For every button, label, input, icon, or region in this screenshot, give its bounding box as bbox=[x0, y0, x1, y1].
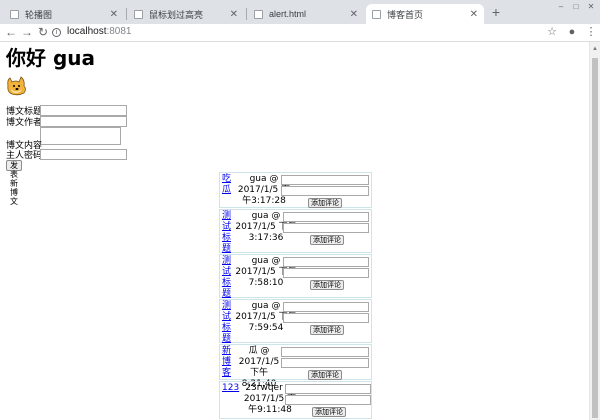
page-icon bbox=[254, 9, 263, 19]
comment-content-input[interactable] bbox=[283, 268, 369, 278]
post-item: 新博客 瓜 @ 2017/1/5 下午8:21:40 添加评论 bbox=[219, 344, 372, 389]
post-item: 测试标题 gua @ 2017/1/5 下午3:17:36 添加评论 bbox=[219, 209, 372, 255]
post-item: 测试标题 gua @ 2017/1/5 下午7:58:10 添加评论 bbox=[219, 254, 372, 300]
window-close-button[interactable]: ✕ bbox=[584, 2, 598, 11]
tab-separator bbox=[246, 8, 247, 20]
maximize-button[interactable]: □ bbox=[569, 2, 583, 11]
page-viewport: 你好 gua 博文标题 博文作者 博文内容 主人密码 发表新博文 吃瓜 gua … bbox=[0, 42, 589, 420]
tab-label: 博客首页 bbox=[387, 9, 424, 20]
comment-content-input[interactable] bbox=[283, 313, 369, 323]
title-input[interactable] bbox=[40, 105, 127, 116]
post-title-link[interactable]: 吃瓜 bbox=[222, 174, 234, 196]
post-title-link[interactable]: 123 bbox=[222, 383, 240, 394]
comment-content-input[interactable] bbox=[285, 395, 371, 405]
address-bar[interactable]: i localhost:8081 bbox=[52, 25, 540, 39]
comment-author-input[interactable] bbox=[281, 347, 369, 357]
comment-content-input[interactable] bbox=[281, 358, 369, 368]
close-icon[interactable]: ✕ bbox=[110, 9, 118, 20]
content-textarea[interactable] bbox=[40, 127, 121, 145]
profile-icon[interactable]: ● bbox=[565, 25, 579, 39]
tab-carousel[interactable]: 轮播图 ✕ bbox=[4, 4, 124, 24]
info-icon[interactable]: i bbox=[52, 27, 61, 37]
post-title-link[interactable]: 测试标题 bbox=[222, 301, 234, 345]
doge-avatar bbox=[7, 76, 26, 96]
author-row: 博文作者 bbox=[6, 115, 127, 128]
menu-icon[interactable]: ⋮ bbox=[584, 25, 598, 39]
tab-label: alert.html bbox=[269, 9, 307, 19]
url-port: :8081 bbox=[106, 26, 132, 37]
add-comment-button[interactable]: 添加评论 bbox=[308, 370, 342, 380]
publish-post-button[interactable]: 发表新博文 bbox=[6, 160, 22, 206]
post-author: 瓜 @ bbox=[248, 346, 270, 356]
page-icon bbox=[10, 9, 19, 19]
tab-label: 轮播图 bbox=[25, 9, 53, 20]
add-comment-button[interactable]: 添加评论 bbox=[312, 407, 346, 417]
tab-strip: 轮播图 ✕ 鼠标划过高亮 ✕ alert.html ✕ 博客首页 ✕ + – □… bbox=[0, 0, 600, 24]
page-icon bbox=[372, 9, 381, 19]
add-comment-button[interactable]: 添加评论 bbox=[310, 325, 344, 335]
tab-hover-highlight[interactable]: 鼠标划过高亮 ✕ bbox=[128, 4, 244, 24]
author-input[interactable] bbox=[40, 116, 127, 127]
url-host: localhost bbox=[67, 26, 107, 37]
add-comment-button[interactable]: 添加评论 bbox=[310, 235, 344, 245]
comment-content-input[interactable] bbox=[281, 186, 369, 196]
comment-author-input[interactable] bbox=[283, 302, 369, 312]
tab-alert[interactable]: alert.html ✕ bbox=[248, 4, 364, 24]
vertical-scrollbar[interactable]: ▲ bbox=[589, 42, 600, 420]
tab-blog-home[interactable]: 博客首页 ✕ bbox=[366, 4, 484, 24]
post-item: 测试标题 gua @ 2017/1/5 下午7:59:54 添加评论 bbox=[219, 299, 372, 345]
tab-label: 鼠标划过高亮 bbox=[149, 9, 204, 20]
minimize-button[interactable]: – bbox=[554, 2, 568, 11]
reload-icon[interactable]: ↻ bbox=[36, 25, 50, 39]
password-input[interactable] bbox=[40, 149, 127, 160]
scrollbar-thumb[interactable] bbox=[592, 58, 598, 418]
comment-author-input[interactable] bbox=[283, 257, 369, 267]
post-title-link[interactable]: 新博客 bbox=[222, 346, 234, 379]
comment-author-input[interactable] bbox=[283, 212, 369, 222]
page-greeting: 你好 gua bbox=[6, 46, 96, 70]
close-icon[interactable]: ✕ bbox=[470, 9, 478, 20]
close-icon[interactable]: ✕ bbox=[230, 9, 238, 20]
comment-author-input[interactable] bbox=[285, 384, 371, 394]
browser-toolbar: ← → ↻ i localhost:8081 ☆ ● ⋮ bbox=[0, 24, 600, 42]
post-item: 吃瓜 gua @ 2017/1/5 下午3:17:28 添加评论 bbox=[219, 172, 372, 208]
comment-author-input[interactable] bbox=[281, 175, 369, 185]
author-label: 博文作者 bbox=[6, 118, 43, 128]
add-comment-button[interactable]: 添加评论 bbox=[308, 198, 342, 208]
page-icon bbox=[134, 9, 143, 19]
forward-icon[interactable]: → bbox=[20, 25, 34, 39]
tab-separator bbox=[126, 8, 127, 20]
bookmark-star-icon[interactable]: ☆ bbox=[545, 25, 559, 39]
add-comment-button[interactable]: 添加评论 bbox=[310, 280, 344, 290]
scroll-up-icon[interactable]: ▲ bbox=[592, 46, 598, 52]
post-title-link[interactable]: 测试标题 bbox=[222, 211, 234, 255]
new-tab-button[interactable]: + bbox=[489, 5, 503, 19]
close-icon[interactable]: ✕ bbox=[350, 9, 358, 20]
post-item: 123 23rwqer @ 2017/1/5 下午9:11:48 添加评论 bbox=[219, 381, 372, 419]
comment-content-input[interactable] bbox=[283, 223, 369, 233]
back-icon[interactable]: ← bbox=[4, 25, 18, 39]
post-title-link[interactable]: 测试标题 bbox=[222, 256, 234, 300]
